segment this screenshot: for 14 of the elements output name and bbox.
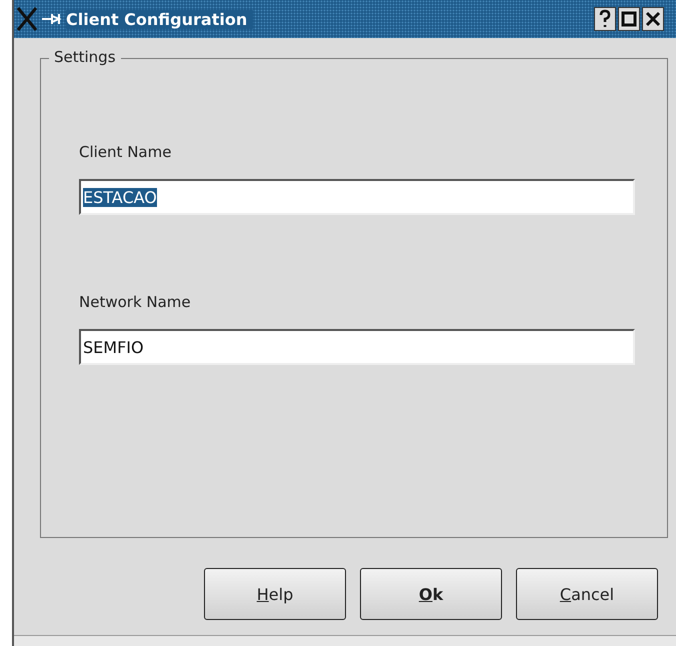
window-title: Client Configuration — [66, 10, 254, 28]
input-field[interactable]: SEMFIO — [79, 329, 635, 365]
dialog-button[interactable]: Ok — [360, 568, 502, 620]
field-label: Network Name — [79, 293, 192, 311]
group-title: Settings — [49, 48, 121, 66]
dialog-button[interactable]: Cancel — [516, 568, 658, 620]
dialog-button[interactable]: Help — [204, 568, 346, 620]
input-field[interactable]: ESTACAO — [79, 179, 635, 215]
field-label: Client Name — [79, 143, 172, 161]
help-icon[interactable] — [594, 7, 616, 31]
maximize-icon[interactable] — [618, 7, 640, 31]
x-logo-icon — [16, 6, 38, 32]
pin-icon[interactable] — [42, 13, 62, 25]
close-icon[interactable] — [642, 7, 664, 31]
